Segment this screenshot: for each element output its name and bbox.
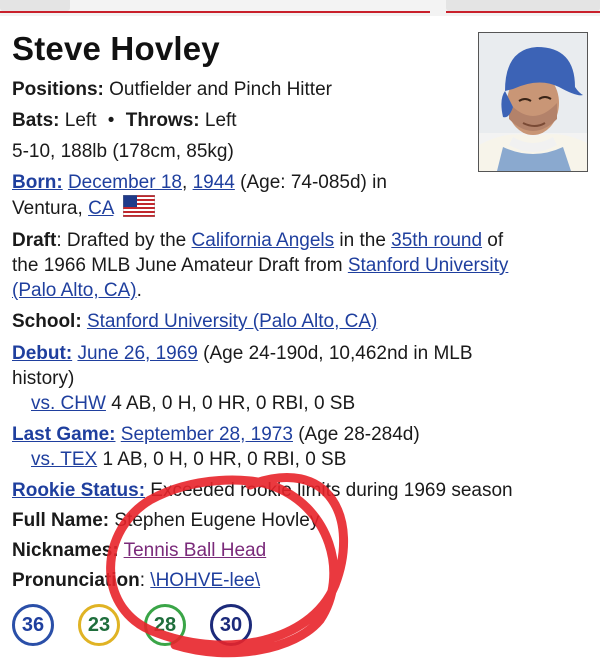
full-name-label: Full Name: — [12, 510, 110, 531]
draft-round-link[interactable]: 35th round — [391, 230, 482, 251]
draft-text-1: : Drafted by the — [56, 230, 192, 251]
debut-opponent-link[interactable]: vs. CHW — [31, 393, 106, 414]
bats-label: Bats: — [12, 110, 60, 131]
draft-row-1: Draft: Drafted by the California Angels … — [12, 228, 503, 253]
uniform-number-text: 30 — [219, 613, 243, 636]
school-label: School: — [12, 311, 82, 332]
draft-school-location-link[interactable]: (Palo Alto, CA) — [12, 280, 137, 301]
bullet-separator: • — [107, 110, 115, 131]
uniform-number-badge[interactable]: 30 — [210, 604, 252, 646]
last-game-stats: 1 AB, 0 H, 0 HR, 0 RBI, 0 SB — [97, 449, 347, 470]
active-tab-underline — [0, 11, 430, 13]
nicknames-row: Nicknames: Tennis Ball Head — [12, 538, 266, 563]
last-game-label-link[interactable]: Last Game: — [12, 424, 115, 445]
draft-text-3: of — [482, 230, 504, 251]
positions-label: Positions: — [12, 79, 104, 100]
debut-row-2: history) — [12, 368, 75, 389]
school-row: School: Stanford University (Palo Alto, … — [12, 309, 377, 334]
nicknames-label: Nicknames: — [12, 540, 119, 561]
rookie-status-value: Exceeded rookie limits during 1969 seaso… — [145, 480, 513, 501]
draft-row-2: the 1966 MLB June Amateur Draft from Sta… — [12, 253, 508, 278]
bats-value: Left — [64, 110, 97, 131]
draft-text-2: in the — [334, 230, 392, 251]
tab-edge-left — [0, 0, 70, 11]
tab-edge-right — [446, 0, 600, 11]
draft-label: Draft — [12, 230, 57, 251]
born-city: Ventura, — [12, 198, 89, 219]
born-comma: , — [182, 172, 188, 193]
player-portrait-image — [479, 33, 587, 171]
born-row: Born: December 18, 1944 (Age: 74-085d) i… — [12, 170, 387, 195]
draft-team-link[interactable]: California Angels — [192, 230, 335, 251]
rookie-status-label-link[interactable]: Rookie Status: — [12, 480, 145, 501]
pronunciation-link[interactable]: \HOHVE-lee\ — [150, 570, 260, 591]
last-game-opponent-link[interactable]: vs. TEX — [31, 449, 97, 470]
size-row: 5-10, 188lb (178cm, 85kg) — [12, 141, 234, 162]
draft-row-3: (Palo Alto, CA). — [12, 278, 142, 303]
draft-text-4: the 1966 MLB June Amateur Draft from — [12, 255, 348, 276]
debut-game-row: vs. CHW 4 AB, 0 H, 0 HR, 0 RBI, 0 SB — [31, 391, 355, 416]
debut-date-link[interactable]: June 26, 1969 — [77, 343, 197, 364]
born-place-row: Ventura, CA — [12, 194, 156, 224]
debut-row: Debut: June 26, 1969 (Age 24-190d, 10,46… — [12, 341, 473, 366]
born-year-link[interactable]: 1944 — [193, 172, 235, 193]
debut-label-link[interactable]: Debut: — [12, 343, 72, 364]
browser-top-bar — [0, 0, 600, 16]
debut-stats: 4 AB, 0 H, 0 HR, 0 RBI, 0 SB — [105, 393, 356, 414]
uniform-number-text: 28 — [153, 613, 177, 636]
uniform-number-badge[interactable]: 28 — [144, 604, 186, 646]
uniform-number-badge[interactable]: 23 — [78, 604, 120, 646]
uniform-number-text: 23 — [87, 613, 111, 636]
player-name: Steve Hovley — [12, 30, 220, 67]
rookie-status-row: Rookie Status: Exceeded rookie limits du… — [12, 478, 513, 503]
tab-underline-right — [446, 11, 600, 13]
pronunciation-row: Pronunciation: \HOHVE-lee\ — [12, 568, 260, 593]
born-state-link[interactable]: CA — [88, 198, 113, 219]
last-game-date-link[interactable]: September 28, 1973 — [121, 424, 293, 445]
school-link[interactable]: Stanford University (Palo Alto, CA) — [87, 311, 377, 332]
full-name-value: Stephen Eugene Hovley — [109, 510, 320, 531]
born-label-link[interactable]: Born: — [12, 172, 63, 193]
bats-throws-row: Bats: Left • Throws: Left — [12, 108, 237, 133]
last-game-row: Last Game: September 28, 1973 (Age 28-28… — [12, 422, 420, 447]
born-date-link[interactable]: December 18 — [68, 172, 182, 193]
pronunciation-label: Pronunciation — [12, 570, 140, 591]
nickname-link[interactable]: Tennis Ball Head — [124, 540, 267, 561]
throws-label: Throws: — [125, 110, 200, 131]
uniform-number-badge[interactable]: 36 — [12, 604, 54, 646]
last-game-detail: (Age 28-284d) — [292, 424, 420, 445]
uniform-number-text: 36 — [21, 613, 45, 636]
debut-detail: (Age 24-190d, 10,462nd in MLB — [197, 343, 473, 364]
throws-value: Left — [204, 110, 237, 131]
full-name-row: Full Name: Stephen Eugene Hovley — [12, 508, 319, 533]
draft-period: . — [136, 280, 142, 301]
us-flag-icon — [122, 194, 156, 224]
last-game-stats-row: vs. TEX 1 AB, 0 H, 0 HR, 0 RBI, 0 SB — [31, 447, 346, 472]
draft-school-link[interactable]: Stanford University — [348, 255, 509, 276]
positions-row: Positions: Outfielder and Pinch Hitter — [12, 77, 332, 102]
born-age: (Age: 74-085d) in — [240, 172, 387, 193]
pronunciation-colon: : — [139, 570, 151, 591]
player-photo — [478, 32, 588, 172]
positions-value: Outfielder and Pinch Hitter — [109, 79, 332, 100]
